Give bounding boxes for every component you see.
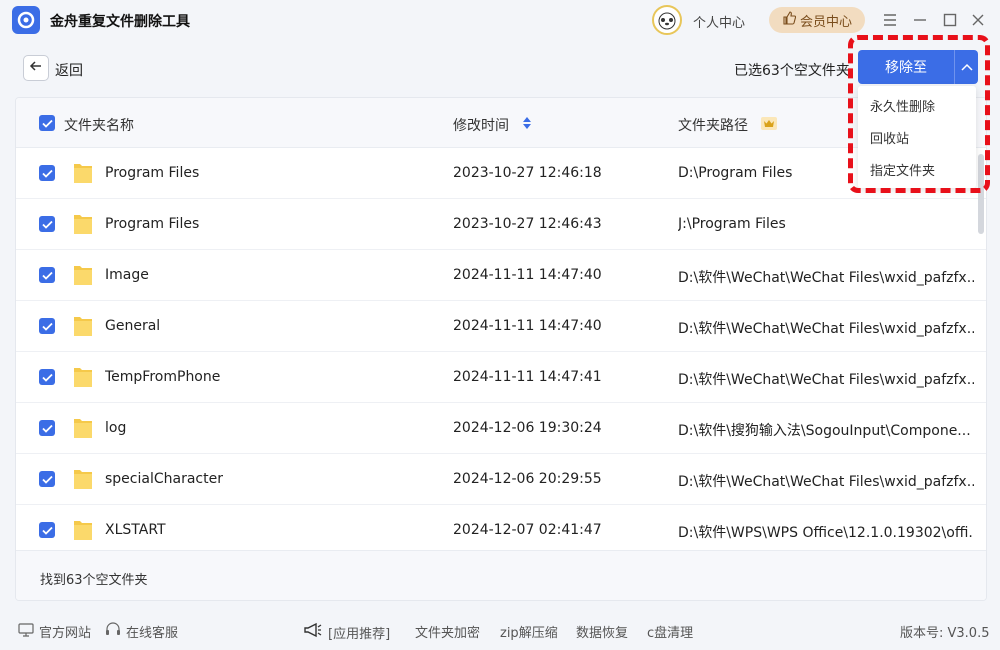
header-folder-path: 文件夹路径 xyxy=(678,118,748,134)
official-site-label: 官方网站 xyxy=(39,626,92,641)
folder-icon xyxy=(73,314,93,338)
dropdown-item-specified-folder[interactable]: 指定文件夹 xyxy=(858,153,976,185)
folder-path: D:\软件\WeChat\WeChat Files\wxid_pafzfx... xyxy=(678,270,974,286)
monitor-icon xyxy=(18,622,34,641)
table-row[interactable]: log 2024-12-06 19:30:24 D:\软件\搜狗输入法\SogouI… xyxy=(16,403,986,454)
online-service-label: 在线客服 xyxy=(126,626,179,641)
folder-name: Program Files xyxy=(105,216,200,232)
modified-time: 2024-12-06 19:30:24 xyxy=(453,420,602,436)
selected-count-text: 已选63个空文件夹 xyxy=(734,63,850,79)
row-checkbox[interactable] xyxy=(39,216,55,232)
link-c-drive-cleanup[interactable]: c盘清理 xyxy=(647,622,693,641)
modified-time: 2023-10-27 12:46:43 xyxy=(453,216,602,232)
folder-path: D:\软件\WeChat\WeChat Files\wxid_pafzfx... xyxy=(678,321,974,337)
folder-table: 文件夹名称 修改时间 文件夹路径 Program Files 2023-10-27… xyxy=(15,97,987,601)
folder-icon xyxy=(73,467,93,491)
row-checkbox[interactable] xyxy=(39,318,55,334)
vip-center-button[interactable]: 会员中心 xyxy=(769,7,865,33)
modified-time: 2023-10-27 12:46:18 xyxy=(453,165,602,181)
found-count-text: 找到63个空文件夹 xyxy=(40,573,148,588)
arrow-left-icon xyxy=(29,59,43,77)
maximize-icon[interactable] xyxy=(940,10,960,30)
table-row[interactable]: Image 2024-11-11 14:47:40 D:\软件\WeChat\WeC… xyxy=(16,250,986,301)
folder-name: XLSTART xyxy=(105,522,166,538)
select-all-checkbox[interactable] xyxy=(39,115,55,131)
table-row[interactable]: TempFromPhone 2024-11-11 14:47:41 D:\软件\We… xyxy=(16,352,986,403)
move-to-button[interactable]: 移除至 xyxy=(858,50,978,84)
sort-icon[interactable] xyxy=(522,116,532,134)
folder-name: TempFromPhone xyxy=(105,369,221,385)
folder-icon xyxy=(73,416,93,440)
dropdown-item-recycle-bin[interactable]: 回收站 xyxy=(858,121,976,153)
version-text: 版本号: V3.0.5 xyxy=(900,626,990,641)
avatar[interactable] xyxy=(652,5,682,35)
folder-name: specialCharacter xyxy=(105,471,223,487)
row-checkbox[interactable] xyxy=(39,369,55,385)
link-zip-extract[interactable]: zip解压缩 xyxy=(500,622,558,641)
link-data-recovery[interactable]: 数据恢复 xyxy=(576,622,628,641)
modified-time: 2024-11-11 14:47:40 xyxy=(453,267,602,283)
crown-icon xyxy=(761,117,777,134)
headset-icon xyxy=(105,622,121,641)
scrollbar[interactable] xyxy=(978,154,984,234)
table-row[interactable]: XLSTART 2024-12-07 02:41:47 D:\软件\WPS\WPS … xyxy=(16,505,986,556)
table-footer: 找到63个空文件夹 xyxy=(16,550,986,600)
app-title: 金舟重复文件删除工具 xyxy=(50,14,190,30)
table-row[interactable]: General 2024-11-11 14:47:40 D:\软件\WeChat\W… xyxy=(16,301,986,352)
folder-path: J:\Program Files xyxy=(678,216,786,232)
online-service-link[interactable]: 在线客服 xyxy=(105,622,178,641)
row-checkbox[interactable] xyxy=(39,420,55,436)
back-button[interactable] xyxy=(23,55,49,81)
folder-icon xyxy=(73,365,93,389)
dropdown-item-permanent-delete[interactable]: 永久性删除 xyxy=(858,89,976,121)
modified-time: 2024-12-07 02:41:47 xyxy=(453,522,602,538)
folder-path: D:\软件\WeChat\WeChat Files\wxid_pafzfx... xyxy=(678,474,974,490)
table-header: 文件夹名称 修改时间 文件夹路径 xyxy=(16,98,986,148)
chevron-up-icon[interactable] xyxy=(954,50,978,84)
row-checkbox[interactable] xyxy=(39,471,55,487)
modified-time: 2024-11-11 14:47:41 xyxy=(453,369,602,385)
table-row[interactable]: specialCharacter 2024-12-06 20:29:55 D:\软件… xyxy=(16,454,986,505)
minimize-icon[interactable] xyxy=(910,10,930,30)
recommend-section: [应用推荐] xyxy=(303,622,390,642)
folder-name: Image xyxy=(105,267,149,283)
back-label[interactable]: 返回 xyxy=(55,60,83,80)
link-folder-encrypt[interactable]: 文件夹加密 xyxy=(415,622,480,641)
table-row[interactable]: Program Files 2023-10-27 12:46:18 D:\Progr… xyxy=(16,148,986,199)
row-checkbox[interactable] xyxy=(39,267,55,283)
folder-name: Program Files xyxy=(105,165,200,181)
modified-time: 2024-11-11 14:47:40 xyxy=(453,318,602,334)
folder-name: log xyxy=(105,420,127,436)
personal-center-link[interactable]: 个人中心 xyxy=(693,12,745,31)
row-checkbox[interactable] xyxy=(39,165,55,181)
recommend-label: [应用推荐] xyxy=(328,626,391,642)
modified-time: 2024-12-06 20:29:55 xyxy=(453,471,602,487)
folder-icon xyxy=(73,161,93,185)
folder-path: D:\软件\搜狗输入法\SogouInput\Compone... xyxy=(678,423,971,439)
thumbs-up-icon xyxy=(782,11,797,29)
move-to-label[interactable]: 移除至 xyxy=(858,50,954,84)
folder-icon xyxy=(73,212,93,236)
app-logo-icon xyxy=(12,6,40,34)
close-icon[interactable] xyxy=(968,10,988,30)
title-bar: 金舟重复文件删除工具 个人中心 会员中心 xyxy=(0,0,1000,40)
official-site-link[interactable]: 官方网站 xyxy=(18,622,91,641)
folder-path: D:\软件\WPS\WPS Office\12.1.0.19302\offi..… xyxy=(678,525,974,541)
vip-center-label: 会员中心 xyxy=(799,14,852,30)
menu-icon[interactable] xyxy=(880,10,900,30)
row-checkbox[interactable] xyxy=(39,522,55,538)
megaphone-icon xyxy=(303,622,323,642)
move-to-dropdown: 永久性删除 回收站 指定文件夹 xyxy=(858,86,976,188)
folder-icon xyxy=(73,263,93,287)
header-folder-name: 文件夹名称 xyxy=(64,118,134,134)
folder-icon xyxy=(73,518,93,542)
folder-name: General xyxy=(105,318,161,334)
table-row[interactable]: Program Files 2023-10-27 12:46:43 J:\Progr… xyxy=(16,199,986,250)
folder-path: D:\软件\WeChat\WeChat Files\wxid_pafzfx... xyxy=(678,372,974,388)
header-modified-time[interactable]: 修改时间 xyxy=(453,115,509,135)
